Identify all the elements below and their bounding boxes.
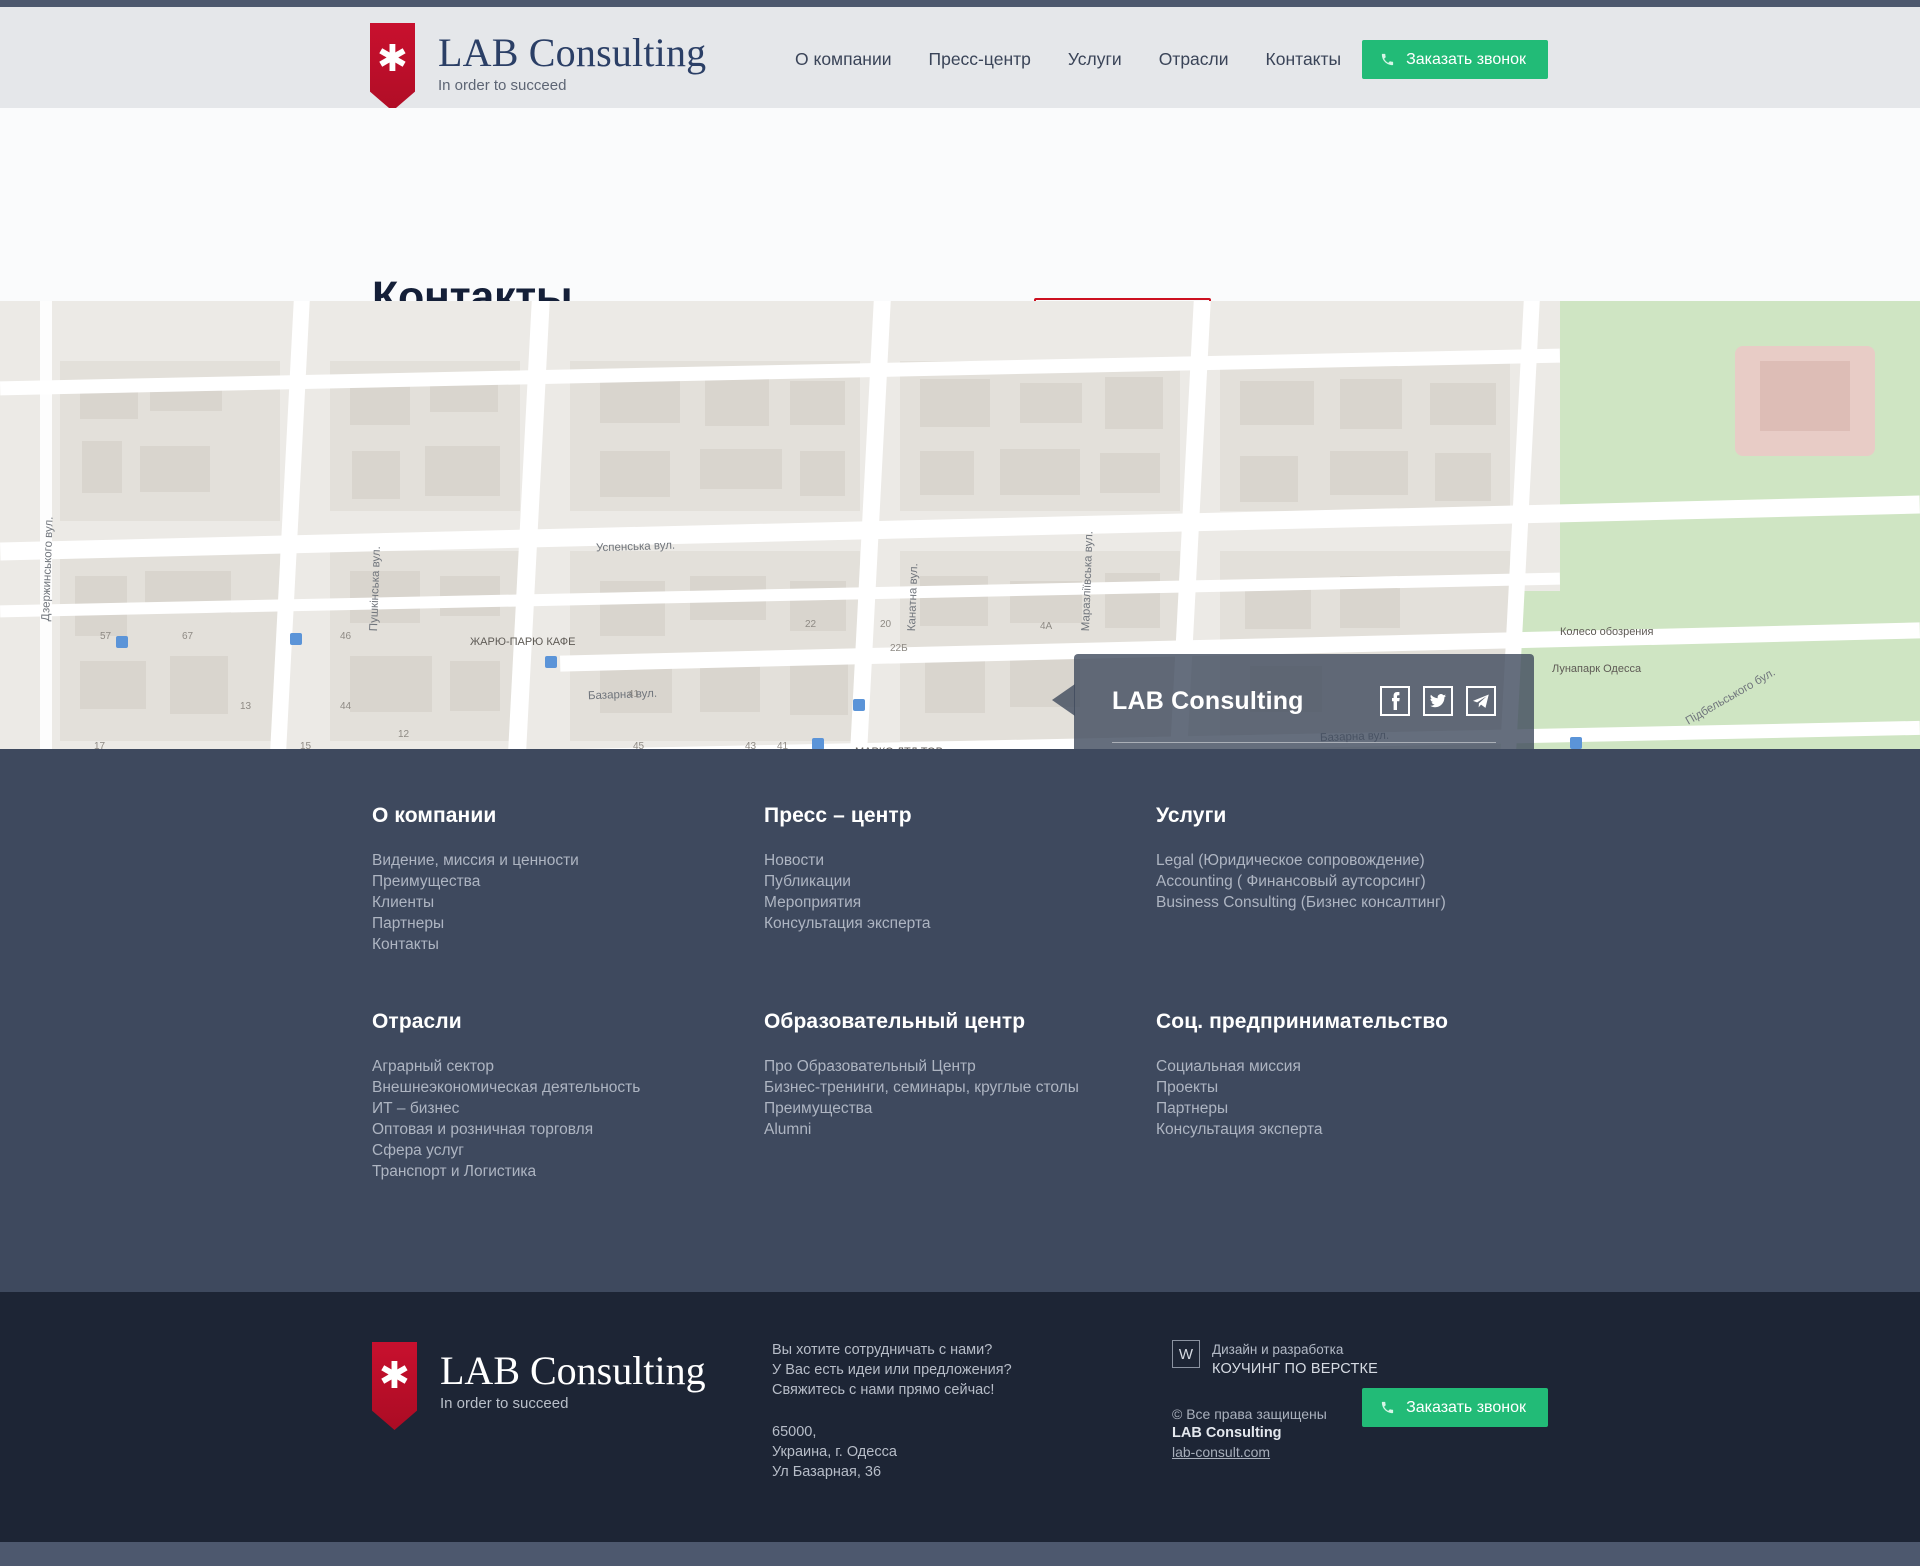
- footer-address: 65000, Украина, г. Одесса Ул Базарная, 3…: [772, 1422, 1172, 1482]
- footer-column-title: Образовательный центр: [764, 1010, 1156, 1034]
- card-divider: [1112, 742, 1496, 743]
- phone-icon: [1380, 52, 1395, 67]
- footer-link[interactable]: Партнеры: [1156, 1098, 1548, 1119]
- card-title: LAB Consulting: [1112, 687, 1304, 716]
- shield-logo-mark: ✱: [370, 23, 415, 111]
- footer-contact-block: Вы хотите сотрудничать с нами? У Вас ест…: [772, 1340, 1172, 1482]
- footer-link[interactable]: Новости: [764, 850, 1156, 871]
- page-title-band: Контакты Главная → Контактная информация…: [0, 108, 1920, 301]
- footer-link[interactable]: Преимущества: [372, 871, 764, 892]
- nav-item-industries[interactable]: Отрасли: [1159, 49, 1229, 70]
- asterisk-icon: ✱: [370, 49, 415, 69]
- footer-logo-tagline: In order to succeed: [440, 1395, 706, 1412]
- footer-link[interactable]: Мероприятия: [764, 892, 1156, 913]
- footer-bottom-wrap: ✱ LAB Consulting In order to succeed Вы …: [372, 1340, 1548, 1482]
- logo-name: LAB Consulting: [438, 32, 706, 74]
- telegram-icon[interactable]: [1466, 686, 1496, 716]
- credit-line-1: Дизайн и разработка: [1212, 1340, 1378, 1359]
- footer-link[interactable]: Внешнеэкономическая деятельность: [372, 1077, 764, 1098]
- nav-item-services[interactable]: Услуги: [1068, 49, 1122, 70]
- map-poi-label: Лунапарк Одесса: [1552, 663, 1641, 675]
- footer-link[interactable]: Преимущества: [764, 1098, 1156, 1119]
- map-poi-label: Колесо обозрения: [1560, 626, 1653, 638]
- address-line-2: Украина, г. Одесса: [772, 1442, 1172, 1462]
- credit-line-2: КОУЧИНГ ПО ВЕРСТКЕ: [1212, 1361, 1378, 1377]
- footer-link[interactable]: Консультация эксперта: [1156, 1119, 1548, 1140]
- footer-column-social-entrepreneurship: Соц. предпринимательство Социальная мисс…: [1156, 1010, 1548, 1182]
- facebook-icon[interactable]: [1380, 686, 1410, 716]
- header-logo[interactable]: ✱ LAB Consulting In order to succeed: [370, 7, 706, 111]
- map-street-label: Канатна вул.: [906, 563, 920, 631]
- footer-column-title: О компании: [372, 804, 764, 828]
- footer-column-title: Соц. предпринимательство: [1156, 1010, 1548, 1034]
- footer-column-education: Образовательный центр Про Образовательны…: [764, 1010, 1156, 1182]
- footer-column-title: Отрасли: [372, 1010, 764, 1034]
- bottom-accent-strip: [0, 1542, 1920, 1566]
- footer-logo[interactable]: ✱ LAB Consulting In order to succeed: [372, 1340, 772, 1482]
- footer-link[interactable]: Консультация эксперта: [764, 913, 1156, 934]
- asterisk-icon: ✱: [372, 1366, 417, 1386]
- contact-info-card: LAB Consulting: [1074, 654, 1534, 749]
- footer-bottom-section: ✱ LAB Consulting In order to succeed Вы …: [0, 1292, 1920, 1542]
- footer-link[interactable]: Клиенты: [372, 892, 764, 913]
- nav-item-contacts[interactable]: Контакты: [1266, 49, 1342, 70]
- footer-link[interactable]: Видение, миссия и ценности: [372, 850, 764, 871]
- footer-order-call-label: Заказать звонок: [1406, 1399, 1526, 1417]
- order-call-label: Заказать звонок: [1406, 51, 1526, 69]
- cta-line: Вы хотите сотрудничать с нами?: [772, 1340, 1172, 1360]
- footer-column-title: Пресс – центр: [764, 804, 1156, 828]
- footer-link[interactable]: Legal (Юридическое сопровождение): [1156, 850, 1548, 871]
- page-root: ✱ LAB Consulting In order to succeed О к…: [0, 0, 1920, 1566]
- footer-links-section: О компании Видение, миссия и ценности Пр…: [0, 749, 1920, 1292]
- nav-item-about[interactable]: О компании: [795, 49, 892, 70]
- footer-link[interactable]: Социальная миссия: [1156, 1056, 1548, 1077]
- card-header: LAB Consulting: [1112, 686, 1496, 716]
- top-accent-strip: [0, 0, 1920, 7]
- address-line-3: Ул Базарная, 36: [772, 1462, 1172, 1482]
- site-url-link[interactable]: lab-consult.com: [1172, 1444, 1270, 1460]
- footer-order-call-button[interactable]: Заказать звонок: [1362, 1388, 1548, 1427]
- map-street-label: Базарна вул.: [588, 688, 657, 702]
- logo-tagline: In order to succeed: [438, 77, 706, 94]
- design-credit[interactable]: W Дизайн и разработка КОУЧИНГ ПО ВЕРСТКЕ: [1172, 1340, 1548, 1379]
- footer-link[interactable]: ИТ – бизнес: [372, 1098, 764, 1119]
- map-poi-label: МАРКО ЛТД ТОВ: [855, 746, 943, 749]
- shield-logo-mark: ✱: [372, 1342, 417, 1430]
- footer-link[interactable]: Accounting ( Финансовый аутсорсинг): [1156, 871, 1548, 892]
- cta-line: Свяжитесь с нами прямо сейчас!: [772, 1380, 1172, 1400]
- footer-link[interactable]: Публикации: [764, 871, 1156, 892]
- studio-logo-icon: W: [1172, 1340, 1200, 1368]
- footer-column-title: Услуги: [1156, 804, 1548, 828]
- footer-link[interactable]: Сфера услуг: [372, 1140, 764, 1161]
- twitter-icon[interactable]: [1423, 686, 1453, 716]
- footer-link[interactable]: Проекты: [1156, 1077, 1548, 1098]
- site-header: ✱ LAB Consulting In order to succeed О к…: [0, 7, 1920, 108]
- footer-columns: О компании Видение, миссия и ценности Пр…: [372, 804, 1548, 1237]
- footer-link[interactable]: Alumni: [764, 1119, 1156, 1140]
- footer-link[interactable]: Про Образовательный Центр: [764, 1056, 1156, 1077]
- footer-link[interactable]: Партнеры: [372, 913, 764, 934]
- map-poi-label: ЖАРЮ-ПАРЮ КАФЕ: [470, 636, 575, 648]
- footer-column-services: Услуги Legal (Юридическое сопровождение)…: [1156, 804, 1548, 955]
- footer-column-industries: Отрасли Аграрный сектор Внешнеэкономичес…: [372, 1010, 764, 1182]
- footer-link[interactable]: Транспорт и Логистика: [372, 1161, 764, 1182]
- order-call-button[interactable]: Заказать звонок: [1362, 40, 1548, 79]
- footer-link[interactable]: Бизнес-тренинги, семинары, круглые столы: [764, 1077, 1156, 1098]
- footer-column-about: О компании Видение, миссия и ценности Пр…: [372, 804, 764, 955]
- nav-item-press[interactable]: Пресс-центр: [929, 49, 1031, 70]
- footer-column-press: Пресс – центр Новости Публикации Меропри…: [764, 804, 1156, 955]
- footer-link[interactable]: Аграрный сектор: [372, 1056, 764, 1077]
- footer-link[interactable]: Business Consulting (Бизнес консалтинг): [1156, 892, 1548, 913]
- footer-logo-name: LAB Consulting: [440, 1350, 706, 1392]
- cta-line: У Вас есть идеи или предложения?: [772, 1360, 1172, 1380]
- address-line-1: 65000,: [772, 1422, 1172, 1442]
- social-links: [1380, 686, 1496, 716]
- footer-link[interactable]: Оптовая и розничная торговля: [372, 1119, 764, 1140]
- footer-link[interactable]: Контакты: [372, 934, 764, 955]
- phone-icon: [1380, 1400, 1395, 1415]
- map-canvas: Базарна вул.: [0, 301, 1920, 749]
- main-nav: О компании Пресс-центр Услуги Отрасли Ко…: [795, 49, 1341, 70]
- location-map[interactable]: Базарна вул.: [0, 301, 1920, 749]
